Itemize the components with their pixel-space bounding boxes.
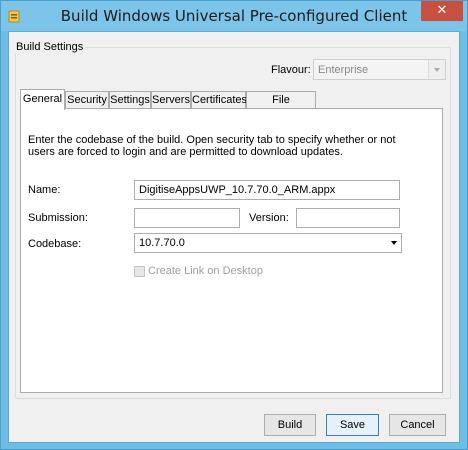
codebase-label: Codebase: [28,238,82,250]
version-label: Version: [249,212,289,224]
tab-settings[interactable]: Settings [109,91,151,109]
dialog-body: Build Settings Flavour: Enterprise Gener… [8,31,460,443]
build-button[interactable]: Build [264,414,316,436]
flavour-dropdown[interactable]: Enterprise [313,59,446,80]
codebase-dropdown[interactable]: 10.7.70.0 [134,233,402,253]
chevron-down-icon [391,241,397,245]
codebase-value: 10.7.70.0 [139,237,185,249]
tab-security[interactable]: Security [65,91,109,109]
tab-certificates[interactable]: Certificates [191,91,247,109]
close-icon: ✕ [436,3,448,18]
submission-input[interactable] [134,208,240,228]
name-input[interactable]: DigitiseAppsUWP_10.7.70.0_ARM.appx [134,180,400,200]
create-link-checkbox[interactable] [134,266,145,277]
name-label: Name: [28,184,61,196]
create-link-label: Create Link on Desktop [148,265,263,277]
cancel-button[interactable]: Cancel [389,414,446,436]
flavour-label: Flavour: [271,64,311,76]
dialog-window: Build Windows Universal Pre-configured C… [0,0,468,450]
tab-file-extensions[interactable]: File Extensions [246,91,316,122]
general-tab-panel: Enter the codebase of the build. Open se… [20,108,443,393]
version-input[interactable] [296,208,400,228]
chevron-down-icon [428,60,445,79]
submission-label: Submission: [28,212,88,224]
build-settings-label: Build Settings [14,41,86,53]
title-bar[interactable]: Build Windows Universal Pre-configured C… [1,1,467,31]
save-button[interactable]: Save [326,414,379,436]
window-title: Build Windows Universal Pre-configured C… [60,7,408,25]
close-button[interactable]: ✕ [421,1,463,21]
flavour-value: Enterprise [318,64,369,76]
tab-general[interactable]: General [20,89,65,110]
tab-servers[interactable]: Servers [151,91,191,109]
general-description: Enter the codebase of the build. Open se… [28,134,396,158]
